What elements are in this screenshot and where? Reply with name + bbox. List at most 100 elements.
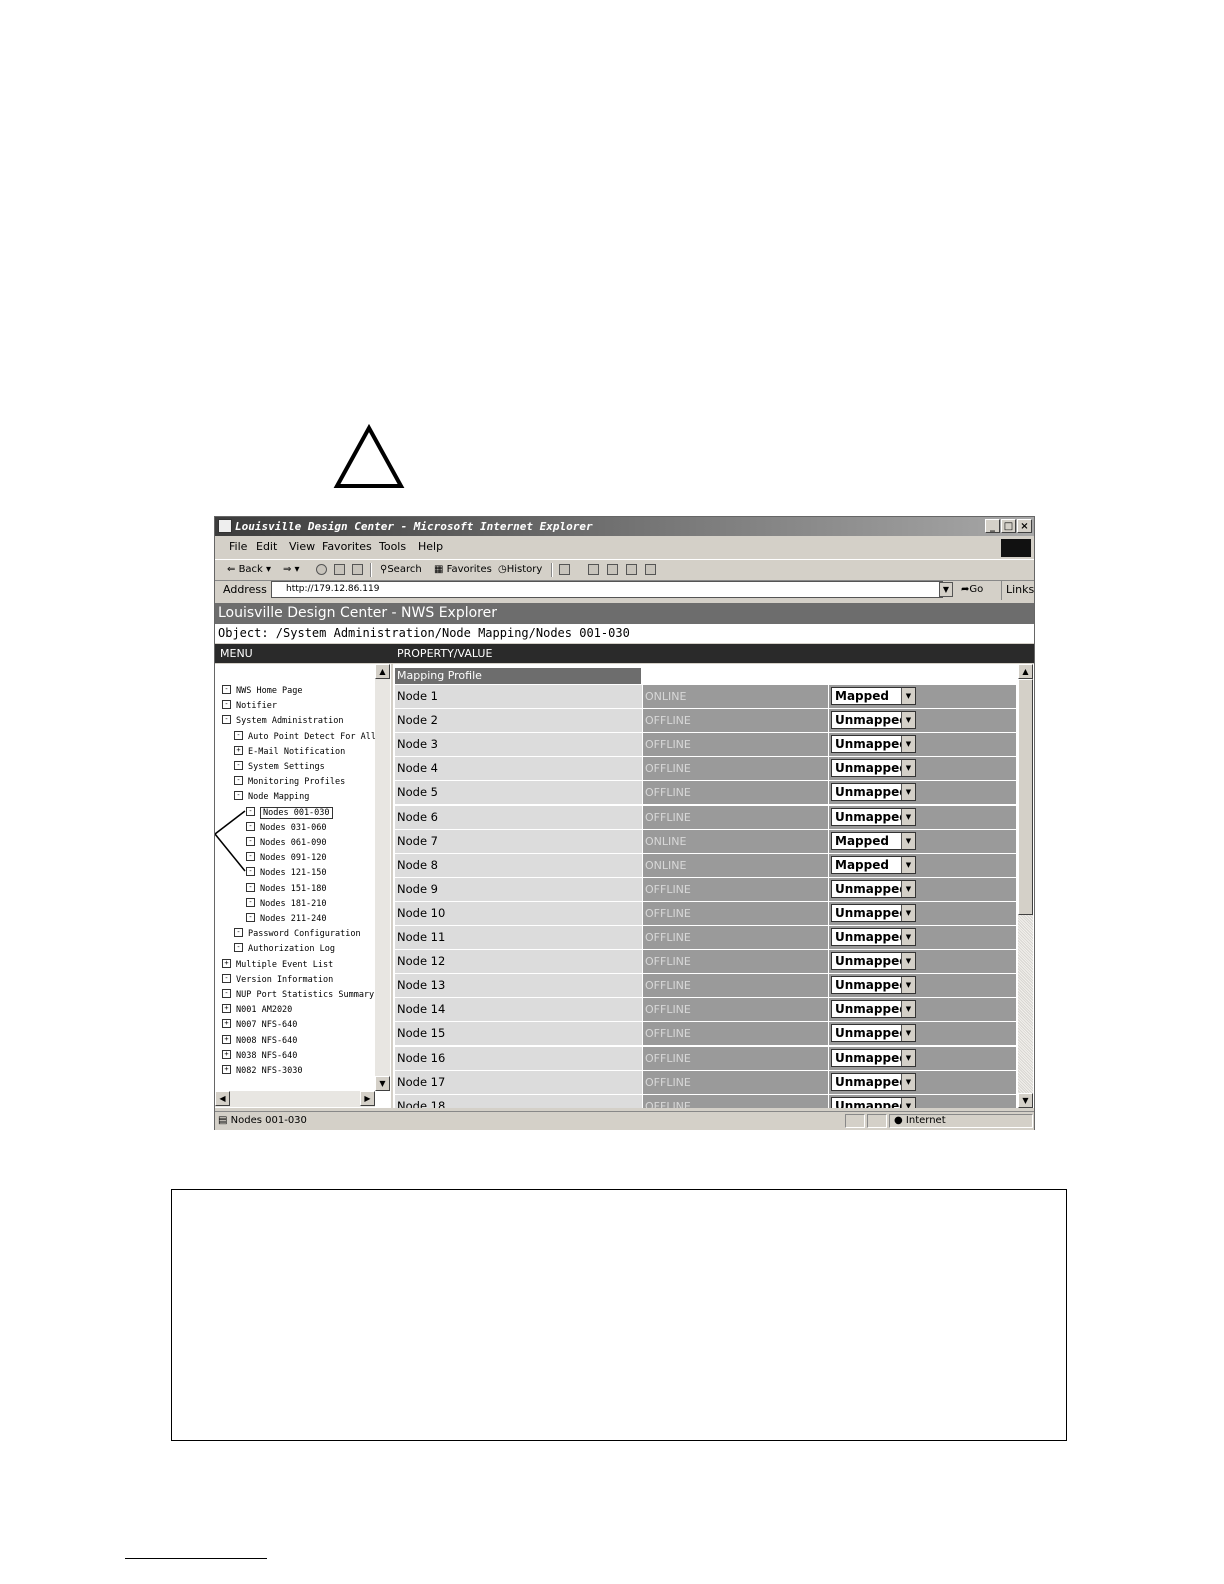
tree-item[interactable]: + N038 NFS-640 [222, 1049, 297, 1063]
expand-icon[interactable]: + [222, 1065, 231, 1074]
scroll-down-button[interactable]: ▼ [1018, 1093, 1033, 1108]
address-label: Address [223, 583, 267, 596]
mapping-select[interactable]: Unmapped ▼ [831, 1072, 916, 1091]
address-dropdown-button[interactable]: ▼ [939, 582, 953, 597]
history-button[interactable]: ◷History [498, 560, 542, 580]
tree-item[interactable]: + N001 AM2020 [222, 1003, 292, 1017]
print-icon[interactable] [588, 564, 599, 575]
expand-icon[interactable]: + [222, 1034, 231, 1044]
close-button[interactable]: × [1017, 519, 1032, 533]
mapping-select[interactable]: Unmapped ▼ [831, 1000, 916, 1019]
back-button[interactable]: ⇐ Back ▾ [227, 560, 271, 580]
mapping-cell: Unmapped ▼ [829, 877, 1016, 901]
menu-file[interactable]: File [229, 537, 247, 557]
stop-icon[interactable] [316, 564, 327, 575]
mapping-select[interactable]: Unmapped ▼ [831, 783, 916, 802]
collapse-icon[interactable]: - [234, 943, 243, 953]
chevron-down-icon[interactable]: ▼ [901, 784, 915, 801]
mapping-select[interactable]: Unmapped ▼ [831, 976, 916, 995]
expand-icon[interactable]: + [222, 1049, 231, 1059]
scroll-up-button[interactable]: ▲ [1018, 664, 1033, 679]
search-button[interactable]: ⚲Search [380, 560, 422, 580]
collapse-icon[interactable]: - [222, 989, 231, 998]
scroll-left-button[interactable]: ◀ [215, 1091, 230, 1106]
mapping-select[interactable]: Mapped ▼ [831, 855, 916, 874]
mapping-select[interactable]: Mapped ▼ [831, 831, 916, 850]
chevron-down-icon[interactable]: ▼ [901, 736, 915, 753]
scroll-right-button[interactable]: ▶ [360, 1091, 375, 1106]
minimize-button[interactable]: _ [985, 519, 1000, 533]
mapping-select[interactable]: Unmapped ▼ [831, 807, 916, 826]
mapping-select[interactable]: Unmapped ▼ [831, 1048, 916, 1067]
menu-favorites[interactable]: Favorites [322, 537, 372, 557]
mapping-select[interactable]: Unmapped ▼ [831, 711, 916, 730]
mapping-select[interactable]: Unmapped ▼ [831, 903, 916, 922]
chevron-down-icon[interactable]: ▼ [901, 1073, 915, 1090]
tree-item[interactable]: - NUP Port Statistics Summary [222, 988, 374, 1002]
mapping-select[interactable]: Unmapped ▼ [831, 1024, 916, 1043]
favorites-button[interactable]: ▦ Favorites [434, 560, 492, 580]
chevron-down-icon[interactable]: ▼ [901, 880, 915, 897]
messenger-icon[interactable] [645, 564, 656, 575]
scroll-down-button[interactable]: ▼ [375, 1076, 390, 1091]
mapping-select[interactable]: Unmapped ▼ [831, 952, 916, 971]
security-zone: ● Internet [889, 1114, 1033, 1128]
tree-item[interactable]: - Authorization Log [234, 942, 335, 956]
chevron-down-icon[interactable]: ▼ [901, 1097, 915, 1108]
chevron-down-icon[interactable]: ▼ [901, 977, 915, 994]
property-vertical-scrollbar[interactable]: ▲ ▼ [1018, 664, 1033, 1108]
chevron-down-icon[interactable]: ▼ [901, 904, 915, 921]
mapping-select[interactable]: Unmapped ▼ [831, 1096, 916, 1108]
address-input[interactable]: http://179.12.86.119 [271, 581, 943, 598]
menu-view[interactable]: View [289, 537, 315, 557]
menu-bar: File Edit View Favorites Tools Help [215, 537, 1034, 557]
refresh-icon[interactable] [334, 564, 345, 575]
chevron-down-icon[interactable]: ▼ [901, 712, 915, 729]
chevron-down-icon[interactable]: ▼ [901, 1049, 915, 1066]
collapse-icon[interactable]: - [222, 973, 231, 983]
tree-item[interactable]: - Password Configuration [234, 927, 361, 941]
menu-tools[interactable]: Tools [379, 537, 406, 557]
tree-item[interactable]: + N008 NFS-640 [222, 1034, 297, 1048]
mapping-select[interactable]: Mapped ▼ [831, 687, 916, 705]
tree-item[interactable]: + N082 NFS-3030 [222, 1064, 303, 1078]
links-button[interactable]: Links [1001, 580, 1034, 600]
expand-icon[interactable]: + [222, 1004, 231, 1014]
mapping-select[interactable]: Unmapped ▼ [831, 735, 916, 754]
scroll-thumb[interactable] [1018, 679, 1033, 915]
home-icon[interactable] [352, 564, 363, 575]
discuss-icon[interactable] [626, 564, 637, 575]
menu-vertical-scrollbar[interactable]: ▲ ▼ [375, 664, 390, 1091]
chevron-down-icon[interactable]: ▼ [901, 953, 915, 970]
mapping-select[interactable]: Unmapped ▼ [831, 879, 916, 898]
chevron-down-icon[interactable]: ▼ [901, 760, 915, 777]
scroll-up-button[interactable]: ▲ [375, 664, 390, 679]
menu-help[interactable]: Help [418, 537, 443, 557]
expand-icon[interactable]: + [222, 1019, 231, 1029]
mapping-select[interactable]: Unmapped ▼ [831, 928, 916, 946]
chevron-down-icon[interactable]: ▼ [901, 1001, 915, 1018]
chevron-down-icon[interactable]: ▼ [901, 808, 915, 825]
window-titlebar[interactable]: Louisville Design Center - Microsoft Int… [215, 517, 1034, 536]
edit-icon[interactable] [607, 564, 618, 575]
maximize-button[interactable]: □ [1001, 519, 1016, 533]
go-button[interactable]: ➦Go [961, 580, 983, 600]
chevron-down-icon[interactable]: ▼ [901, 856, 915, 873]
collapse-icon[interactable]: - [234, 928, 243, 938]
forward-button[interactable]: ⇒ ▾ [283, 560, 300, 580]
tree-item[interactable]: - Nodes 211-240 [246, 912, 327, 926]
menu-edit[interactable]: Edit [256, 537, 277, 557]
menu-horizontal-scrollbar[interactable]: ◀ ▶ [215, 1091, 375, 1107]
chevron-down-icon[interactable]: ▼ [901, 688, 915, 704]
table-row: Node 1 ONLINE Mapped ▼ [393, 685, 1016, 708]
tree-item[interactable]: - Version Information [222, 973, 333, 987]
mail-icon[interactable] [559, 564, 570, 575]
chevron-down-icon[interactable]: ▼ [901, 832, 915, 849]
chevron-down-icon[interactable]: ▼ [901, 929, 915, 945]
tree-item[interactable]: + N007 NFS-640 [222, 1018, 297, 1032]
chevron-down-icon[interactable]: ▼ [901, 1025, 915, 1042]
expand-icon[interactable]: + [222, 958, 231, 968]
collapse-icon[interactable]: - [246, 913, 255, 922]
mapping-select[interactable]: Unmapped ▼ [831, 759, 916, 778]
tree-item[interactable]: + Multiple Event List [222, 958, 333, 972]
